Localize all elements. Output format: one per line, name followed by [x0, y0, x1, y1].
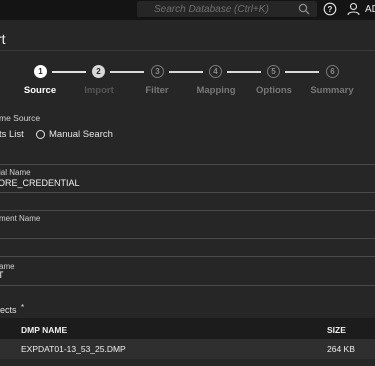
table-row[interactable]: EXPDAT01-13_53_25.DMP 264 KB — [0, 339, 375, 359]
dmp-name-cell: EXPDAT01-13_53_25.DMP — [21, 344, 126, 354]
table-header: DMP NAME SIZE — [0, 318, 375, 339]
step-6-circle[interactable]: 6 — [326, 65, 339, 78]
column-header-size[interactable]: SIZE — [327, 325, 346, 335]
search-input[interactable] — [137, 1, 297, 17]
column-header-dmp-name[interactable]: DMP NAME — [21, 325, 67, 335]
required-marker: * — [21, 303, 25, 312]
user-icon[interactable] — [347, 2, 360, 16]
field-top-border — [0, 164, 375, 165]
field-bottom-border — [0, 192, 375, 193]
step-connector — [227, 71, 261, 73]
step-connector — [110, 71, 144, 73]
field-bottom-border — [0, 285, 375, 286]
step-5-circle[interactable]: 5 — [267, 65, 280, 78]
step-connector — [52, 71, 86, 73]
step-connector — [285, 71, 319, 73]
size-cell: 264 KB — [327, 344, 355, 354]
svg-text:?: ? — [328, 5, 333, 14]
step-6-label[interactable]: Summary — [302, 85, 362, 96]
step-4-circle[interactable]: 4 — [209, 65, 222, 78]
name-field[interactable]: T — [0, 270, 4, 280]
title-divider — [0, 50, 375, 51]
manual-search-radio[interactable] — [36, 130, 45, 139]
search-icon[interactable] — [298, 3, 310, 15]
step-4-label[interactable]: Mapping — [186, 85, 246, 96]
objects-label-text: jects — [0, 305, 17, 315]
user-label[interactable]: AD — [365, 4, 375, 15]
credential-field[interactable]: ORE_CREDENTIAL — [0, 178, 80, 188]
step-connector — [169, 71, 203, 73]
page-title: rt — [0, 31, 6, 47]
radio-list-label[interactable]: ts List — [0, 129, 24, 140]
step-2-label[interactable]: Import — [69, 85, 129, 96]
step-1-label[interactable]: Source — [10, 85, 70, 96]
credential-label: ial Name — [0, 168, 31, 177]
step-5-label[interactable]: Options — [244, 85, 304, 96]
objects-label: jects * — [0, 303, 25, 315]
search-box[interactable] — [137, 1, 317, 17]
step-3-circle[interactable]: 3 — [151, 65, 164, 78]
radio-manual-label[interactable]: Manual Search — [49, 129, 113, 140]
bucket-label: ment Name — [0, 214, 41, 223]
field-bottom-border — [0, 238, 375, 239]
help-icon[interactable]: ? — [323, 2, 337, 16]
step-1-circle[interactable]: 1 — [34, 65, 47, 78]
field-top-border — [0, 256, 375, 257]
source-label: me Source — [0, 113, 41, 123]
step-2-circle[interactable]: 2 — [92, 65, 105, 78]
step-3-label[interactable]: Filter — [127, 85, 187, 96]
field-top-border — [0, 210, 375, 211]
top-bar: ? AD — [0, 0, 375, 20]
